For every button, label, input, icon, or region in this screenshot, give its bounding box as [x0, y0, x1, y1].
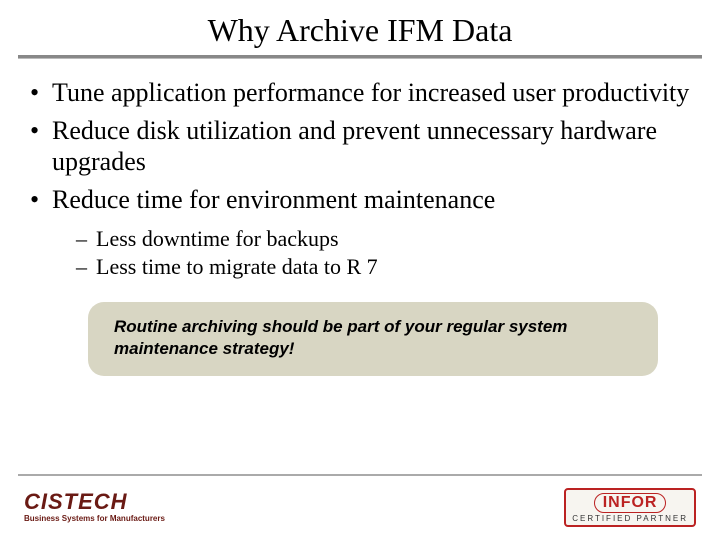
- content-area: Tune application performance for increas…: [0, 59, 720, 376]
- footer-divider: [18, 474, 702, 476]
- cistech-brand-text: CISTECH: [24, 491, 165, 513]
- bullet-item: Reduce disk utilization and prevent unne…: [28, 115, 692, 178]
- infor-sub-text: CERTIFIED PARTNER: [572, 515, 688, 523]
- infor-partner-badge: INFOR CERTIFIED PARTNER: [564, 488, 696, 527]
- sub-bullet-item: Less time to migrate data to R 7: [76, 254, 692, 280]
- footer: CISTECH Business Systems for Manufacture…: [0, 480, 720, 534]
- title-area: Why Archive IFM Data: [0, 0, 720, 53]
- bullet-list: Tune application performance for increas…: [28, 77, 692, 216]
- slide-title: Why Archive IFM Data: [208, 12, 513, 53]
- cistech-logo: CISTECH Business Systems for Manufacture…: [24, 491, 165, 523]
- cistech-name: CISTECH: [24, 489, 128, 514]
- sub-bullet-item: Less downtime for backups: [76, 226, 692, 252]
- bullet-item: Reduce time for environment maintenance: [28, 184, 692, 216]
- sub-bullet-list: Less downtime for backups Less time to m…: [28, 226, 692, 280]
- infor-brand-text: INFOR: [594, 493, 667, 513]
- cistech-tagline: Business Systems for Manufacturers: [24, 515, 165, 523]
- bullet-item: Tune application performance for increas…: [28, 77, 692, 109]
- callout-box: Routine archiving should be part of your…: [88, 302, 658, 376]
